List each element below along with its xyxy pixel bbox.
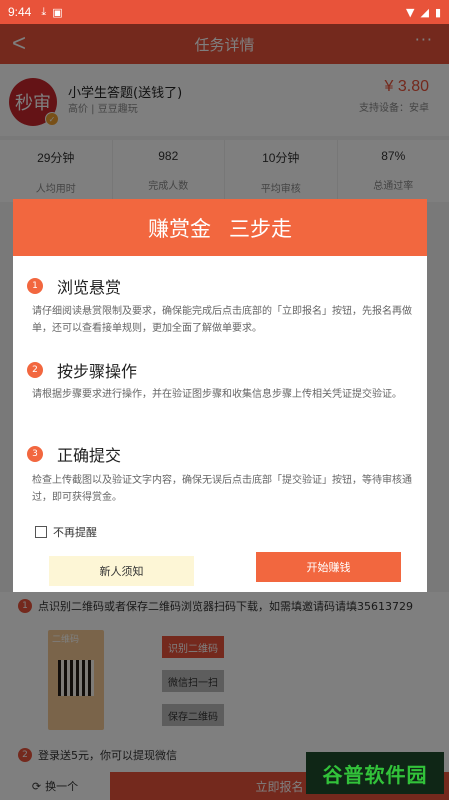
section-heading: 正确提交	[57, 446, 122, 465]
watermark-logo: 谷普软件园	[306, 752, 444, 794]
status-time: 9:44	[8, 5, 32, 19]
dont-remind-label: 不再提醒	[53, 526, 97, 539]
section-1-body: 请仔细阅读悬赏限制及要求，确保能完成后点击底部的「立即报名」按钮，先报名再做单，…	[32, 306, 412, 334]
section-heading: 按步骤操作	[57, 362, 138, 381]
image-icon: ▣	[52, 5, 63, 19]
download-icon: ⤓	[41, 5, 47, 18]
section-number: 1	[27, 278, 43, 294]
dont-remind-row[interactable]: 不再提醒	[35, 524, 97, 540]
section-heading: 浏览悬赏	[57, 278, 122, 297]
section-number: 2	[27, 362, 43, 378]
section-3-body: 检查上传截图以及验证文字内容，确保无误后点击底部「提交验证」按钮，等待审核通过，…	[32, 475, 412, 503]
signal-icon: ◢	[420, 5, 429, 19]
modal-title-right: 三步走	[229, 216, 292, 241]
start-earning-button[interactable]: 开始赚钱	[256, 552, 401, 582]
newbie-notice-button[interactable]: 新人须知	[49, 556, 194, 586]
dont-remind-checkbox[interactable]	[35, 526, 47, 538]
onboarding-modal: 赚赏金 三步走 1 浏览悬赏 请仔细阅读悬赏限制及要求，确保能完成后点击底部的「…	[13, 199, 427, 592]
section-2-title: 2 按步骤操作	[27, 358, 137, 382]
section-3-title: 3 正确提交	[27, 442, 121, 466]
status-bar: 9:44 ⤓ ▣ ▼ ◢ ▮	[0, 0, 449, 24]
section-number: 3	[27, 446, 43, 462]
modal-title-left: 赚赏金	[148, 216, 211, 241]
section-2-body: 请根据步骤要求进行操作，并在验证图步骤和收集信息步骤上传相关凭证提交验证。	[32, 389, 402, 400]
wifi-icon: ▼	[406, 5, 415, 19]
section-1-title: 1 浏览悬赏	[27, 274, 121, 298]
battery-icon: ▮	[434, 5, 441, 19]
modal-header: 赚赏金 三步走	[13, 199, 427, 256]
